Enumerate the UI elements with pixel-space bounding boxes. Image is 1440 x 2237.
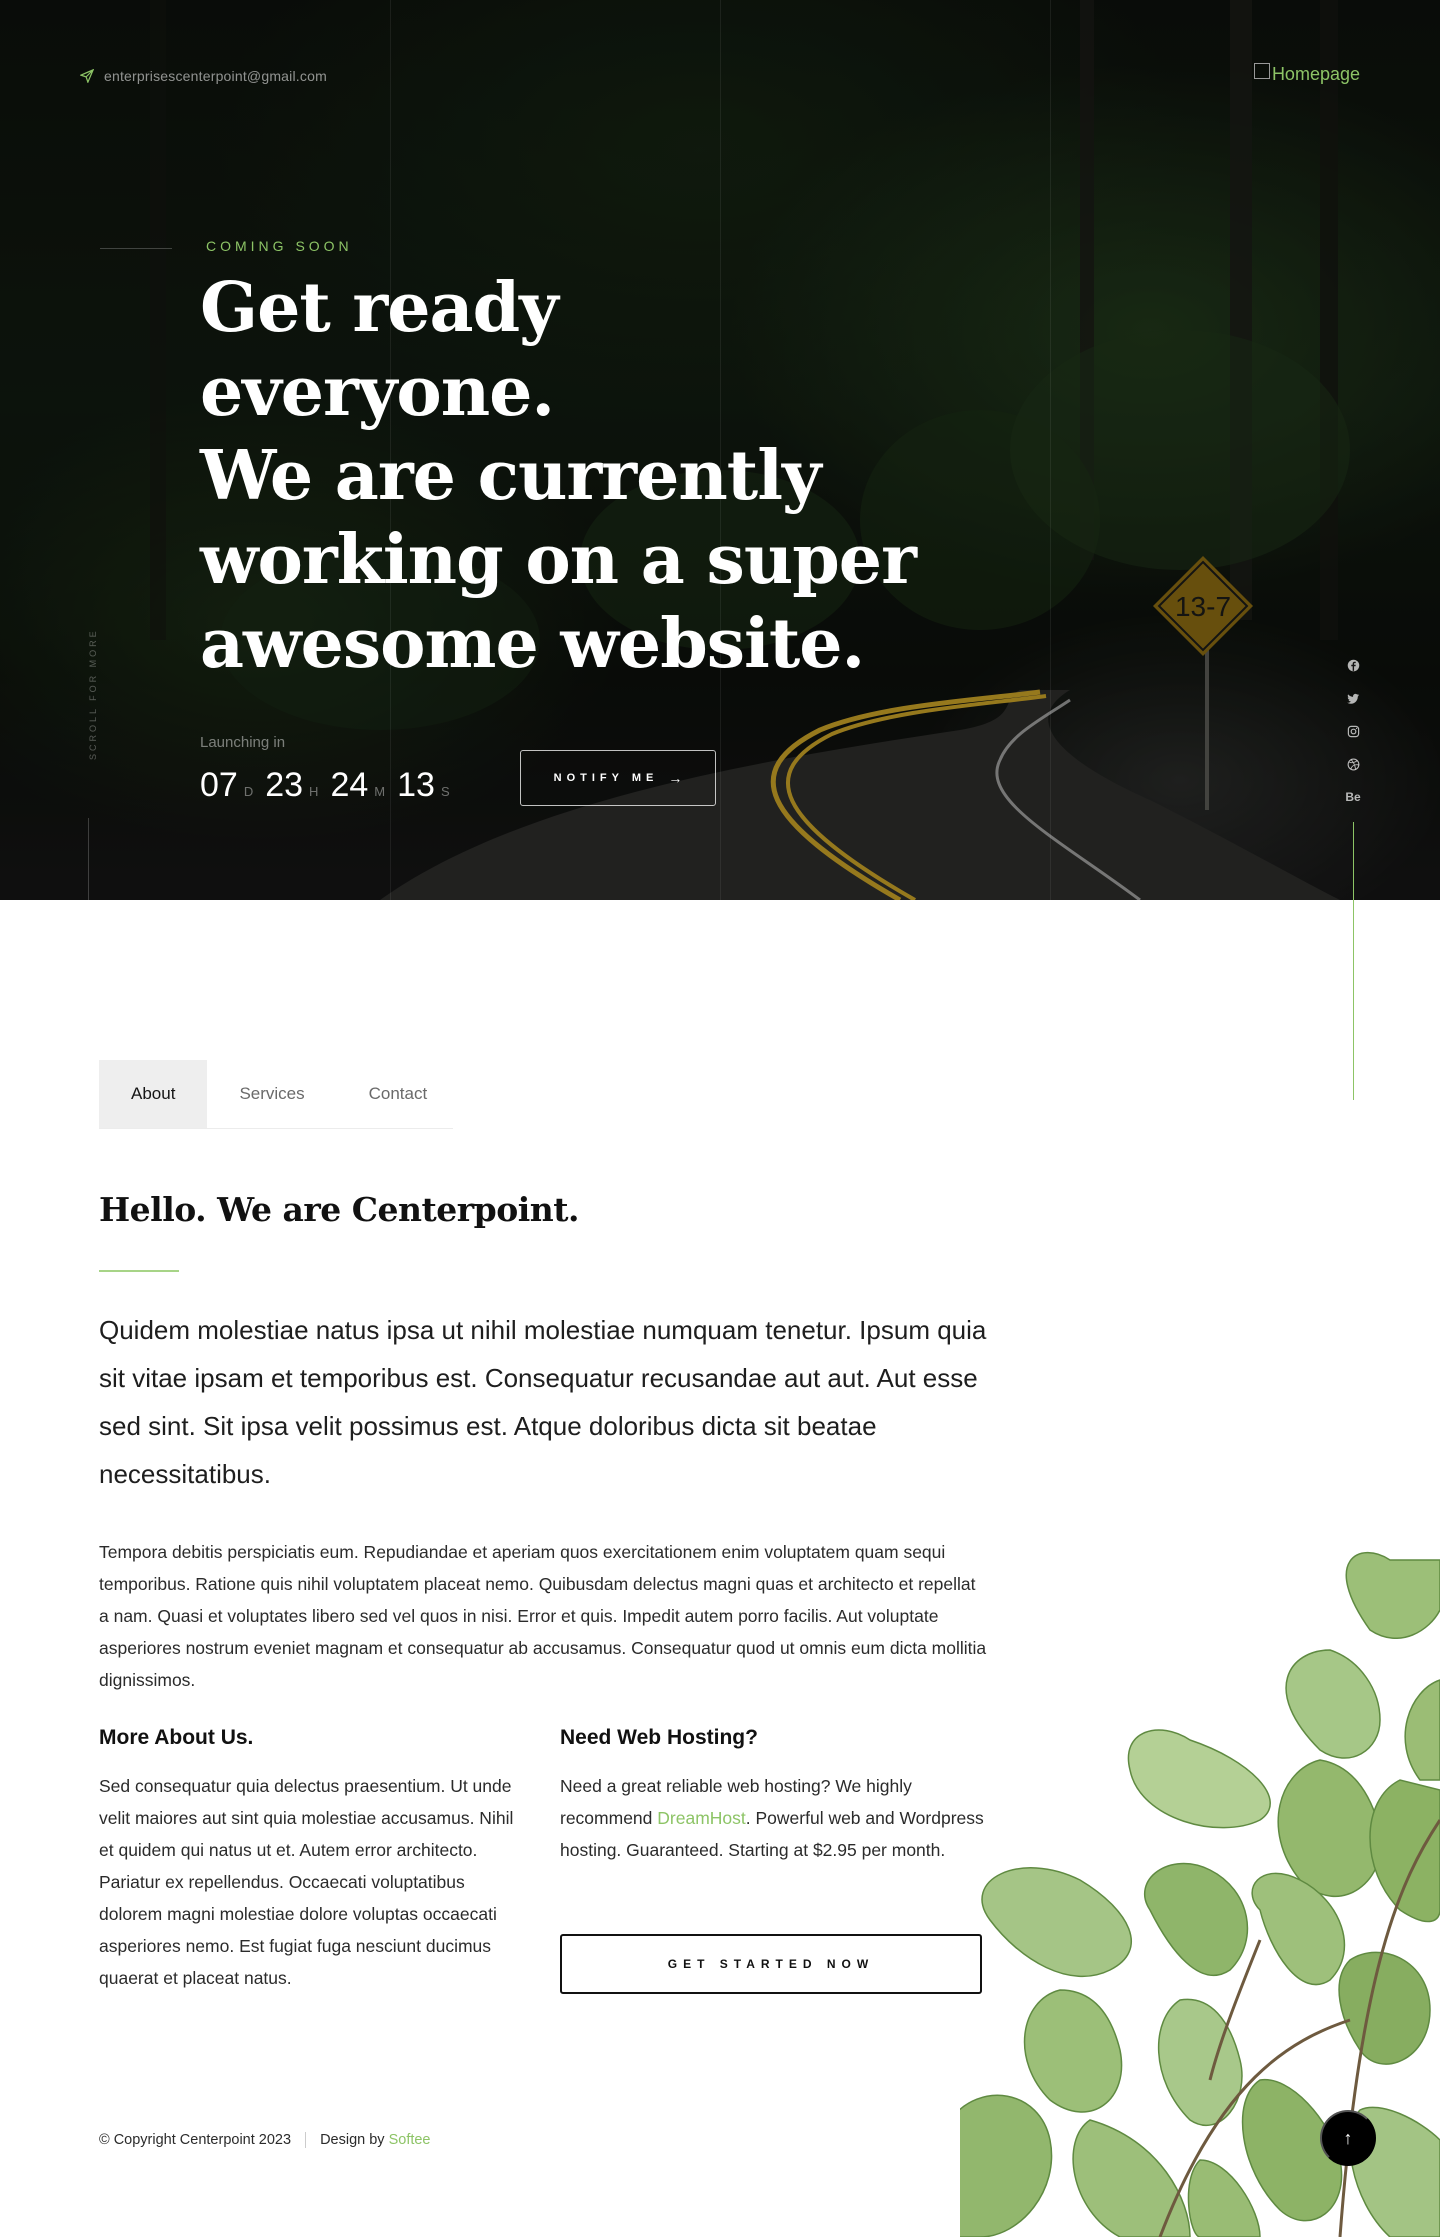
tab-about[interactable]: About — [99, 1060, 208, 1128]
dribbble-icon[interactable] — [1343, 755, 1363, 773]
scroll-for-more-label[interactable]: SCROLL FOR MORE — [88, 628, 98, 760]
notify-me-button[interactable]: NOTIFY ME → — [520, 750, 716, 806]
email-text: enterprisescenterpoint@gmail.com — [104, 68, 327, 84]
about-lead-paragraph: Quidem molestiae natus ipsa ut nihil mol… — [99, 1315, 987, 1489]
web-hosting-heading: Need Web Hosting? — [560, 1726, 758, 1749]
countdown-unit: S — [440, 784, 450, 799]
grid-line — [1050, 0, 1051, 900]
twitter-icon[interactable] — [1343, 689, 1363, 707]
web-hosting-column: Need Web Hosting? Need a great reliable … — [560, 1726, 985, 1866]
softee-link[interactable]: Softee — [389, 2132, 431, 2148]
broken-image-icon — [1253, 62, 1270, 79]
headline-line: awesome website. — [200, 604, 865, 684]
logo-alt-text: Homepage — [1271, 64, 1360, 84]
headline-line: working on a super — [200, 520, 917, 600]
social-links: Be — [1343, 656, 1363, 806]
more-about-column: More About Us. Sed consequatur quia dele… — [99, 1726, 529, 1994]
launching-label: Launching in — [200, 734, 286, 751]
back-to-top-button[interactable]: ↑ — [1320, 2110, 1376, 2166]
section-tabs: About Services Contact — [99, 1060, 453, 1129]
countdown-unit: M — [374, 784, 386, 799]
instagram-icon[interactable] — [1343, 722, 1363, 740]
paper-plane-icon — [80, 69, 94, 83]
footer: © Copyright Centerpoint 2023 Design by S… — [99, 2132, 431, 2148]
dreamhost-link[interactable]: DreamHost — [657, 1808, 746, 1828]
behance-icon[interactable]: Be — [1343, 788, 1363, 806]
about-title: Hello. We are Centerpoint. — [99, 1190, 580, 1229]
countdown-value: 23 — [265, 766, 304, 804]
headline-line: Get ready everyone. — [200, 268, 559, 432]
countdown-minutes: 24 M — [330, 766, 385, 805]
design-credit: Design by Softee — [320, 2132, 430, 2148]
logo-link[interactable]: Homepage — [1253, 62, 1360, 85]
header-email[interactable]: enterprisescenterpoint@gmail.com — [80, 68, 327, 84]
more-about-text: Sed consequatur quia delectus praesentiu… — [99, 1776, 514, 1988]
headline-line: We are currently — [200, 436, 822, 516]
countdown-seconds: 13 S — [397, 766, 450, 805]
about-body-paragraph: Tempora debitis perspiciatis eum. Repudi… — [99, 1542, 987, 1690]
countdown-value: 13 — [397, 766, 435, 804]
hero-headline: Get ready everyone. We are currently wor… — [200, 266, 920, 686]
web-hosting-text: Need a great reliable web hosting? We hi… — [560, 1770, 985, 1866]
countdown-unit: D — [243, 784, 254, 799]
design-prefix: Design by — [320, 2132, 389, 2148]
copyright-text: © Copyright Centerpoint 2023 — [99, 2132, 292, 2148]
more-about-heading: More About Us. — [99, 1726, 254, 1749]
countdown-hours: 23 H — [265, 766, 318, 805]
countdown-days: 07 D — [200, 766, 253, 805]
hero-section: 13-7 enterprisescenterpoint@gmail.com Ho… — [0, 0, 1440, 900]
eyebrow-line — [100, 248, 172, 249]
coming-soon-label: COMING SOON — [206, 238, 353, 254]
tab-contact[interactable]: Contact — [337, 1060, 460, 1128]
arrow-up-icon: ↑ — [1343, 2127, 1353, 2148]
tab-services[interactable]: Services — [207, 1060, 336, 1128]
countdown-timer: 07 D 23 H 24 M 13 S — [200, 766, 462, 805]
notify-me-label: NOTIFY ME — [553, 772, 659, 784]
arrow-right-icon: → — [668, 770, 683, 786]
get-started-button[interactable]: GET STARTED NOW — [560, 1934, 982, 1994]
countdown-value: 24 — [330, 766, 369, 804]
countdown-unit: H — [309, 784, 319, 799]
footer-divider — [305, 2132, 307, 2148]
facebook-icon[interactable] — [1343, 656, 1363, 674]
scroll-line — [88, 818, 89, 900]
side-accent-line — [1353, 822, 1354, 1100]
title-underline — [99, 1270, 179, 1272]
countdown-value: 07 — [200, 766, 238, 804]
